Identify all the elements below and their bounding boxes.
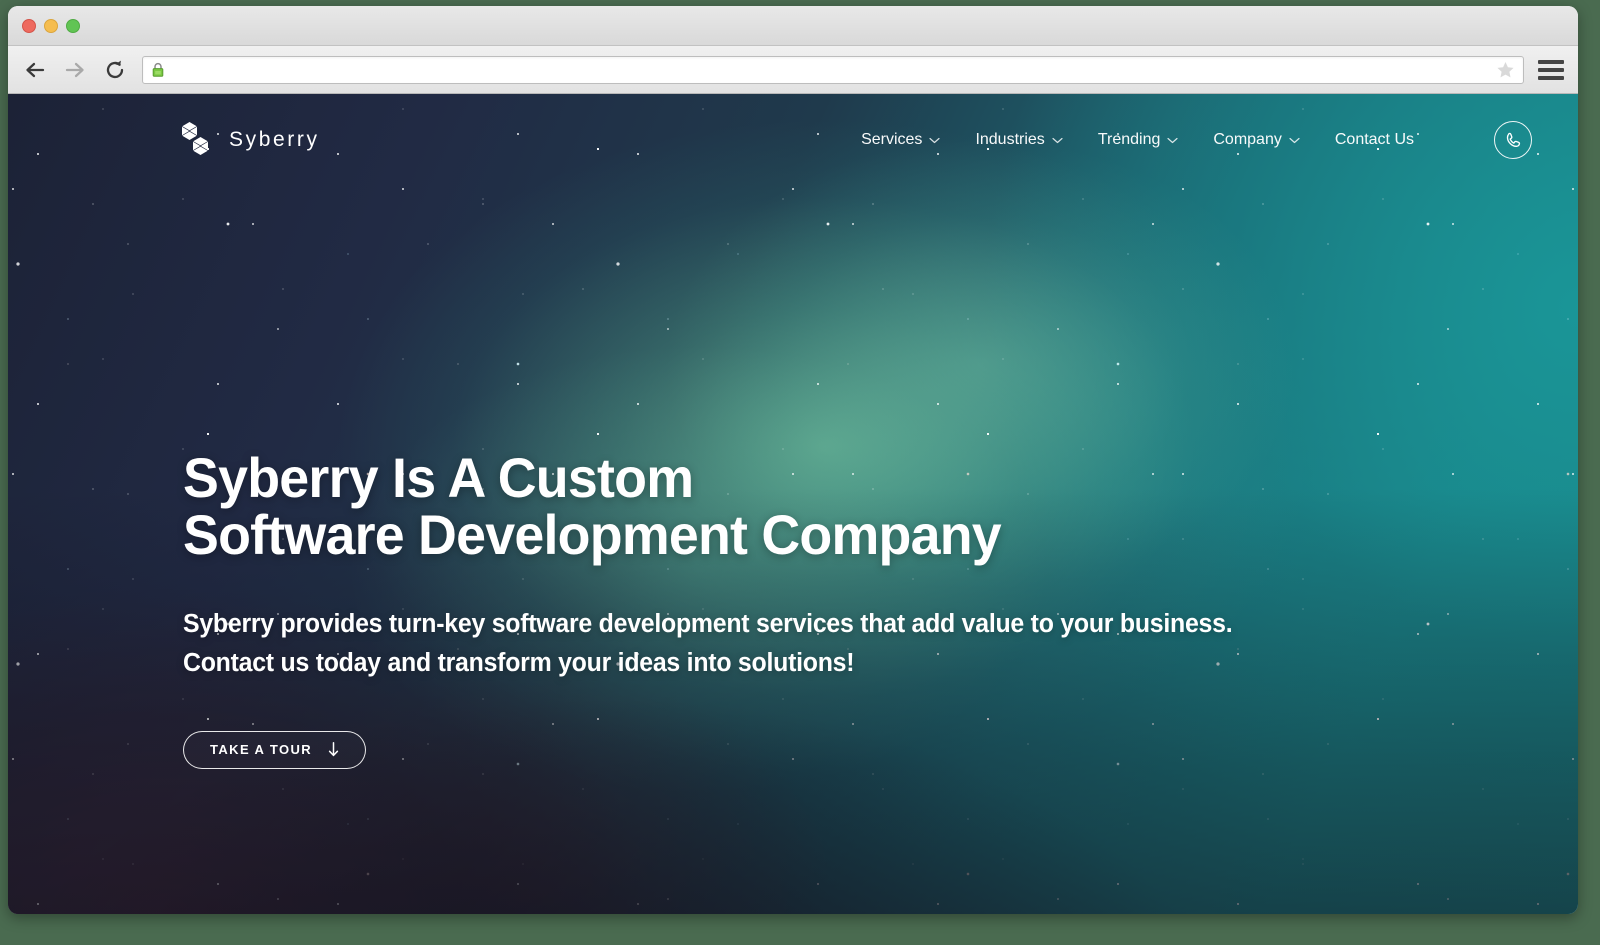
main-navigation: Services Industries Trending Company Con… xyxy=(861,121,1532,159)
arrow-down-icon xyxy=(328,742,339,757)
nav-item-company[interactable]: Company xyxy=(1213,131,1300,149)
nav-item-industries[interactable]: Industries xyxy=(975,131,1063,149)
back-arrow-icon[interactable] xyxy=(22,57,48,83)
nav-label-trending: Trending xyxy=(1097,131,1161,148)
address-bar[interactable] xyxy=(142,55,1524,84)
browser-toolbar xyxy=(8,46,1578,94)
secure-lock-icon xyxy=(152,62,164,77)
take-a-tour-button[interactable]: TAKE A TOUR xyxy=(183,730,367,769)
nav-label-company: Company xyxy=(1213,131,1282,148)
nav-label-services: Services xyxy=(861,131,923,148)
syberry-hexagon-logo xyxy=(182,121,208,155)
minimize-window-button[interactable] xyxy=(44,19,58,33)
hero-copy-block: Syberry Is A Custom Software Development… xyxy=(183,449,1298,769)
brand-name: Syberry xyxy=(229,128,320,151)
hero-subtitle: Syberry provides turn-key software devel… xyxy=(183,610,1233,677)
menu-bar-3 xyxy=(1538,75,1564,80)
close-window-button[interactable] xyxy=(22,19,36,33)
window-traffic-lights xyxy=(22,19,80,33)
menu-bar-1 xyxy=(1538,59,1564,64)
forward-arrow-icon[interactable] xyxy=(62,57,88,83)
page-title: Syberry Is A Custom Software Development… xyxy=(183,446,1002,567)
take-a-tour-label: TAKE A TOUR xyxy=(210,742,313,758)
chevron-down-icon xyxy=(929,137,941,143)
nav-item-trending[interactable]: Trending xyxy=(1098,131,1179,149)
nav-item-services[interactable]: Services xyxy=(861,131,941,149)
hero-section: Syberry Services Industries Trending Com… xyxy=(8,94,1578,914)
browser-titlebar xyxy=(8,6,1578,46)
nav-label-industries: Industries xyxy=(975,131,1045,148)
nav-item-contact-us[interactable]: Contact Us xyxy=(1335,131,1414,149)
phone-call-button[interactable] xyxy=(1494,121,1532,159)
hamburger-menu-icon[interactable] xyxy=(1538,58,1564,82)
star-icon[interactable] xyxy=(1496,61,1515,79)
brand-logo-link[interactable]: Syberry xyxy=(175,118,320,163)
nav-label-contact-us: Contact Us xyxy=(1334,131,1414,148)
maximize-window-button[interactable] xyxy=(66,19,80,33)
chevron-down-icon xyxy=(1052,137,1063,143)
phone-icon xyxy=(1506,132,1520,147)
chevron-down-icon xyxy=(1167,137,1178,143)
reload-icon[interactable] xyxy=(102,57,128,83)
menu-bar-2 xyxy=(1538,67,1564,72)
browser-window: Syberry Services Industries Trending Com… xyxy=(8,6,1578,914)
chevron-down-icon xyxy=(1289,137,1300,143)
site-header: Syberry Services Industries Trending Com… xyxy=(8,94,1578,186)
